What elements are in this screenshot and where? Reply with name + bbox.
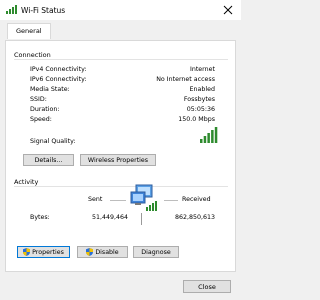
disable-button[interactable]: Disable: [77, 246, 128, 258]
ssid-value: Fossbytes: [183, 96, 215, 103]
activity-divider: [14, 186, 228, 187]
details-button[interactable]: Details...: [23, 154, 74, 166]
activity-heading: Activity: [14, 178, 39, 186]
network-computers-icon: [130, 184, 157, 211]
tab-bar: General: [5, 23, 235, 41]
media-state-label: Media State:: [30, 86, 70, 93]
close-button[interactable]: Close: [183, 280, 231, 293]
ipv6-value: No Internet access: [156, 76, 215, 83]
duration-label: Duration:: [30, 106, 60, 113]
ipv6-label: IPv6 Connectivity:: [30, 76, 87, 83]
wireless-properties-button[interactable]: Wireless Properties: [80, 154, 156, 166]
duration-value: 05:05:36: [186, 106, 215, 113]
connection-heading: Connection: [14, 51, 51, 59]
received-line: [164, 200, 178, 201]
sent-label: Sent: [88, 196, 103, 203]
uac-shield-icon: [23, 248, 31, 256]
wifi-status-window: Wi-Fi Status General Connection IPv4 Con…: [0, 0, 241, 300]
signal-bars-icon: [200, 127, 218, 143]
window-title: Wi-Fi Status: [21, 6, 66, 15]
received-label: Received: [182, 196, 211, 203]
title-bar: Wi-Fi Status: [0, 0, 241, 20]
close-icon[interactable]: [220, 2, 236, 18]
ssid-label: SSID:: [30, 96, 47, 103]
bytes-divider: [141, 213, 142, 225]
properties-label: Properties: [32, 248, 64, 256]
general-panel: Connection IPv4 Connectivity: Internet I…: [5, 40, 236, 272]
uac-shield-icon: [86, 248, 94, 256]
bytes-sent-value: 51,449,464: [91, 214, 128, 221]
connection-divider: [14, 59, 228, 60]
properties-button[interactable]: Properties: [17, 246, 70, 258]
speed-value: 150.0 Mbps: [178, 116, 215, 123]
diagnose-button[interactable]: Diagnose: [133, 246, 179, 258]
disable-label: Disable: [95, 248, 119, 256]
ipv4-label: IPv4 Connectivity:: [30, 66, 87, 73]
signal-quality-label: Signal Quality:: [30, 138, 76, 145]
wifi-status-icon: [6, 5, 17, 14]
sent-line: [110, 200, 126, 201]
speed-label: Speed:: [30, 116, 52, 123]
media-state-value: Enabled: [189, 86, 215, 93]
bytes-received-value: 862,850,613: [174, 214, 215, 221]
tab-general[interactable]: General: [7, 23, 51, 39]
ipv4-value: Internet: [189, 66, 215, 73]
bytes-label: Bytes:: [30, 214, 50, 221]
